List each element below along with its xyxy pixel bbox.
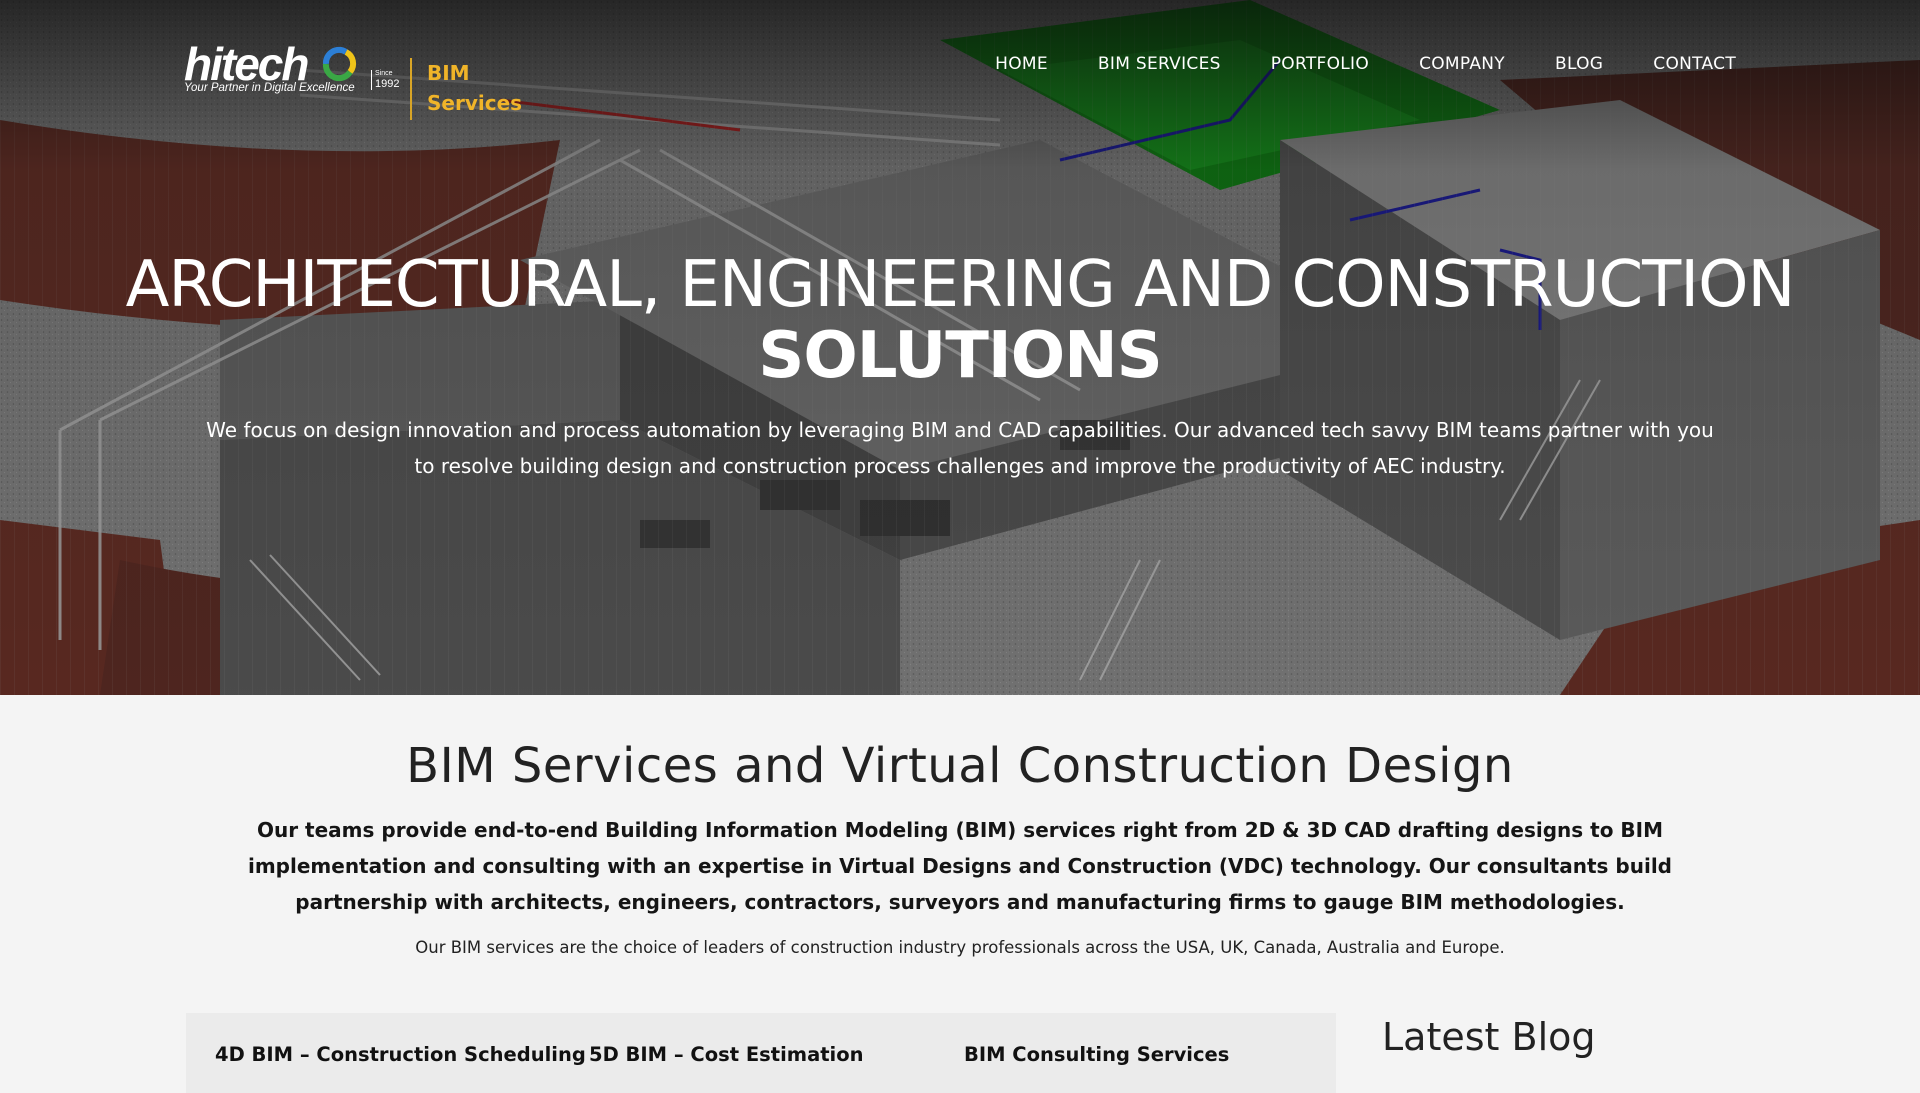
intro-note: Our BIM services are the choice of leade… — [415, 938, 1505, 957]
nav-portfolio[interactable]: PORTFOLIO — [1271, 52, 1369, 76]
logo-since: Since 1992 — [371, 70, 399, 90]
nav-blog[interactable]: BLOG — [1555, 52, 1603, 76]
intro-lead: Our teams provide end-to-end Building In… — [247, 818, 1672, 914]
hero-description: We focus on design innovation and proces… — [206, 418, 1714, 478]
service-4d-bim[interactable]: 4D BIM – Construction Scheduling — [215, 1043, 586, 1066]
latest-blog-heading: Latest Blog — [1382, 1015, 1596, 1059]
logo-tagline: Your Partner in Digital Excellence — [184, 82, 355, 94]
main-nav: HOME BIM SERVICES PORTFOLIO COMPANY BLOG… — [945, 52, 1736, 76]
nav-bim-services[interactable]: BIM SERVICES — [1098, 52, 1221, 76]
logo-wordmark: hitech — [184, 38, 309, 90]
hero-heading-line1: ARCHITECTURAL, ENGINEERING AND CONSTRUCT… — [125, 248, 1796, 322]
service-bim-consulting[interactable]: BIM Consulting Services — [964, 1043, 1229, 1066]
nav-contact[interactable]: CONTACT — [1653, 52, 1736, 76]
hero-banner: hitech Your Partner in Digital Excellenc… — [0, 0, 1920, 695]
intro-title: BIM Services and Virtual Construction De… — [406, 738, 1514, 794]
service-5d-bim[interactable]: 5D BIM – Cost Estimation — [589, 1043, 864, 1066]
hero-heading: ARCHITECTURAL, ENGINEERING AND CONSTRUCT… — [0, 250, 1920, 392]
hitech-logo[interactable]: hitech Your Partner in Digital Excellenc… — [184, 38, 399, 100]
nav-company[interactable]: COMPANY — [1419, 52, 1505, 76]
nav-home[interactable]: HOME — [995, 52, 1048, 76]
site-section-label[interactable]: BIM Services — [427, 58, 547, 118]
hero-heading-line2: SOLUTIONS — [758, 319, 1163, 393]
since-year: 1992 — [375, 78, 400, 90]
logo-divider — [410, 58, 412, 120]
since-label: Since — [375, 70, 393, 77]
logo-swirl-icon — [322, 46, 357, 82]
